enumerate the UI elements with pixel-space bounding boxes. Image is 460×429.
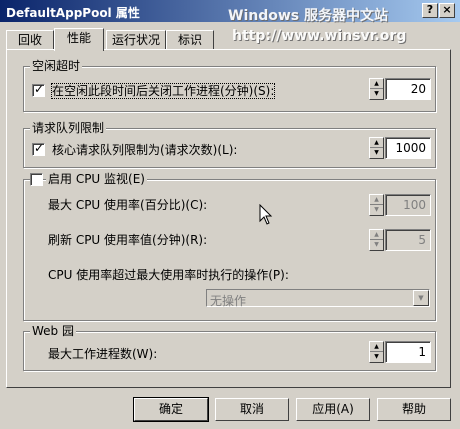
apply-button[interactable]: 应用(A) [296,398,370,421]
cpu-action-label: CPU 使用率超过最大使用率时执行的操作(P): [48,268,289,282]
spin-down-icon[interactable]: ▼ [370,89,383,99]
spin-down-icon[interactable]: ▼ [370,240,383,250]
idle-minutes-input[interactable]: 20 [385,78,431,100]
group-idle-timeout: 空闲超时 ✓ 在空闲此段时间后关闭工作进程(分钟)(S): ▲ ▼ 20 [23,59,436,112]
cpu-monitor-checkbox[interactable] [30,173,43,186]
chevron-down-icon[interactable]: ▼ [413,290,429,306]
cpu-action-value: 无操作 [210,294,247,308]
cpu-refresh-input[interactable]: 5 [385,229,431,251]
cpu-refresh-spinner[interactable]: ▲ ▼ [369,229,384,251]
group-web-garden: Web 园 最大工作进程数(W): ▲ ▼ 1 [23,324,436,371]
watermark-line-2: http://www.winsvr.org [232,28,407,44]
idle-label: 在空闲此段时间后关闭工作进程(分钟)(S): [50,83,276,99]
check-icon: ✓ [34,141,45,155]
cancel-button[interactable]: 取消 [215,398,289,421]
spin-up-icon[interactable]: ▲ [370,195,383,205]
spin-up-icon[interactable]: ▲ [370,79,383,89]
queue-checkbox[interactable]: ✓ [32,141,45,156]
cpu-max-label: 最大 CPU 使用率(百分比)(C): [48,198,208,212]
mouse-cursor-icon [259,204,273,225]
help-button[interactable]: ? [422,3,438,18]
group-legend: 空闲超时 [30,59,83,73]
queue-spinner[interactable]: ▲ ▼ [369,137,384,159]
ok-button[interactable]: 确定 [133,397,209,422]
title-bar[interactable]: DefaultAppPool 属性 Windows 服务器中文站 http://… [0,0,460,44]
group-legend: Web 园 [30,324,76,338]
idle-checkbox[interactable]: ✓ [32,82,45,97]
cpu-max-input[interactable]: 100 [385,194,431,216]
watermark: Windows 服务器中文站 http://www.winsvr.org [228,6,428,46]
queue-limit-input[interactable]: 1000 [385,137,431,159]
tab-performance[interactable]: 性能 [54,28,104,51]
spin-down-icon[interactable]: ▼ [370,148,383,158]
window-title: DefaultAppPool 属性 [6,6,140,20]
question-icon: ? [426,3,434,16]
queue-label: 核心请求队列限制为(请求次数)(L): [52,143,238,157]
tab-identity[interactable]: 标识 [166,30,214,50]
idle-spinner[interactable]: ▲ ▼ [369,78,384,100]
spin-down-icon[interactable]: ▼ [370,205,383,215]
group-request-queue: 请求队列限制 ✓ 核心请求队列限制为(请求次数)(L): ▲ ▼ 1000 [23,121,436,168]
tab-panel: 空闲超时 ✓ 在空闲此段时间后关闭工作进程(分钟)(S): ▲ ▼ 20 请求队… [6,49,451,388]
web-garden-input[interactable]: 1 [385,341,431,363]
close-icon: × [442,3,452,16]
watermark-line-1: Windows 服务器中文站 [228,8,388,24]
cpu-refresh-label: 刷新 CPU 使用率值(分钟)(R): [48,233,208,247]
close-button[interactable]: × [439,3,455,18]
spin-up-icon[interactable]: ▲ [370,138,383,148]
spin-up-icon[interactable]: ▲ [370,230,383,240]
check-icon: ✓ [34,82,45,96]
tab-health[interactable]: 运行状况 [106,30,166,50]
cpu-action-dropdown[interactable]: 无操作 ▼ [206,289,430,308]
web-garden-spinner[interactable]: ▲ ▼ [369,341,384,363]
tab-recycle[interactable]: 回收 [6,30,54,50]
group-legend: 启用 CPU 监视(E) [46,172,147,186]
spin-down-icon[interactable]: ▼ [370,352,383,362]
help-dialog-button[interactable]: 帮助 [377,398,451,421]
cpu-max-spinner[interactable]: ▲ ▼ [369,194,384,216]
web-garden-label: 最大工作进程数(W): [48,347,158,361]
group-cpu-monitoring: 启用 CPU 监视(E) 最大 CPU 使用率(百分比)(C): ▲ ▼ 100… [23,172,436,321]
spin-up-icon[interactable]: ▲ [370,342,383,352]
group-legend: 请求队列限制 [30,121,107,135]
